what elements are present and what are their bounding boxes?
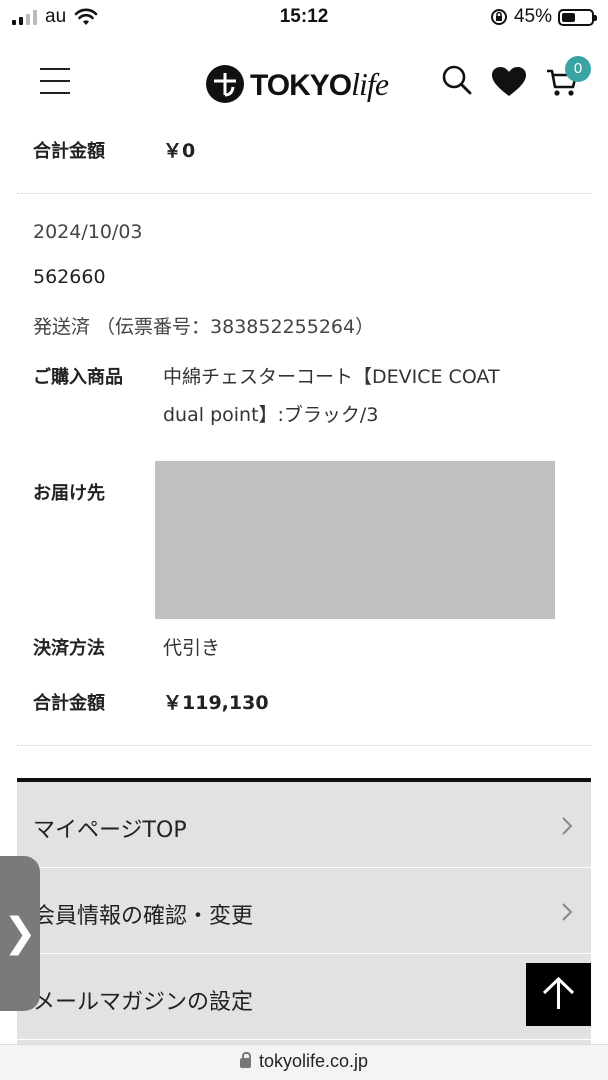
menu-item-label: 会員情報の確認・変更	[33, 904, 254, 929]
logo-main: TOKYO	[250, 68, 352, 102]
address-redacted	[155, 461, 555, 619]
lock-icon	[239, 1052, 251, 1068]
order-divider	[17, 745, 591, 746]
logo-script: life	[351, 65, 389, 102]
prev-total-value: ￥0	[163, 140, 196, 162]
logo-mark-icon	[206, 65, 244, 103]
battery-fill	[562, 12, 575, 22]
payment-value: 代引き	[163, 637, 221, 659]
site-logo[interactable]: TOKYOlife	[206, 60, 389, 108]
mypage-menu: マイページTOP 会員情報の確認・変更 メールマガジンの設定	[17, 778, 591, 1048]
menu-item-label: マイページTOP	[33, 818, 187, 843]
shipping-status: 発送済 （伝票番号：383852255264）	[33, 316, 375, 338]
menu-item-member-info[interactable]: 会員情報の確認・変更	[17, 868, 591, 954]
menu-icon[interactable]	[40, 68, 70, 94]
chevron-right-icon	[562, 817, 573, 835]
menu-item-mail-magazine[interactable]: メールマガジンの設定	[17, 954, 591, 1040]
battery-percent: 45%	[513, 6, 552, 27]
logo-text: TOKYOlife	[250, 65, 389, 103]
order-total-value: ￥119,130	[163, 692, 269, 714]
product-label: ご購入商品	[33, 367, 123, 388]
cart-count-badge: 0	[565, 56, 591, 82]
search-icon[interactable]	[441, 64, 473, 96]
scroll-top-button[interactable]	[526, 963, 591, 1026]
address-label: お届け先	[33, 483, 105, 504]
order-total-label: 合計金額	[33, 693, 105, 714]
menu-item-label: メールマガジンの設定	[33, 990, 254, 1015]
payment-label: 決済方法	[33, 638, 105, 659]
heart-icon[interactable]	[491, 66, 527, 98]
battery-icon	[558, 8, 597, 26]
arrow-up-icon	[542, 976, 575, 1009]
site-header: TOKYOlife 0	[0, 34, 608, 130]
browser-url-bar[interactable]: tokyolife.co.jp	[0, 1044, 608, 1080]
chevron-right-icon	[562, 903, 573, 921]
orientation-lock-icon	[490, 9, 507, 25]
order-number: 562660	[33, 266, 106, 288]
product-name-line1: 中綿チェスターコート【DEVICE COAT	[163, 366, 500, 388]
status-bar: au 15:12 45%	[0, 0, 608, 34]
menu-item-mypage-top[interactable]: マイページTOP	[17, 782, 591, 868]
product-name-line2: dual point】:ブラック/3	[163, 404, 379, 426]
side-drawer-tab[interactable]: ❯	[0, 856, 40, 1011]
status-right: 45%	[490, 6, 597, 28]
url-domain: tokyolife.co.jp	[258, 1051, 369, 1071]
order-divider	[17, 193, 591, 194]
url-display: tokyolife.co.jp	[0, 1051, 608, 1072]
order-date: 2024/10/03	[33, 221, 143, 243]
prev-total-label: 合計金額	[33, 141, 105, 162]
